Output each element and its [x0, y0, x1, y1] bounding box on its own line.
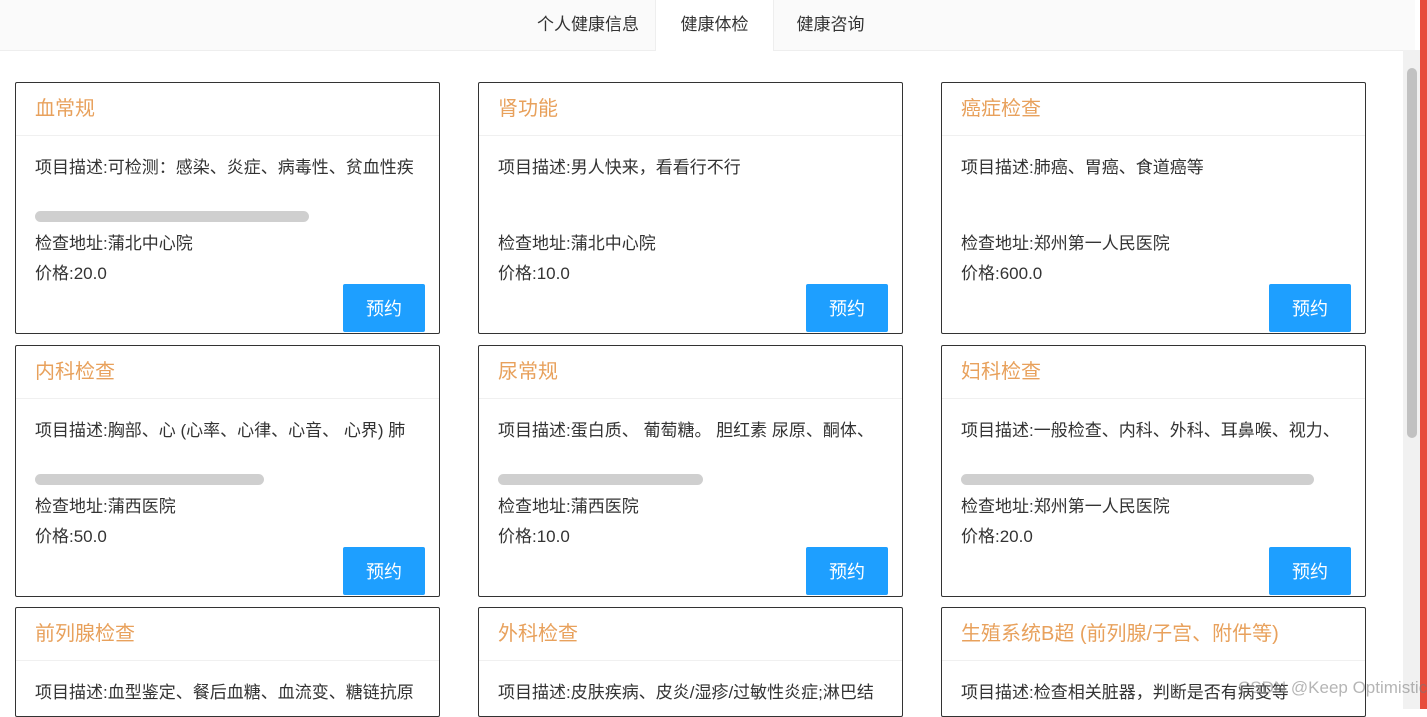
tab-health-consult[interactable]: 健康咨询 [773, 0, 888, 50]
card-price: 价格:600.0 [961, 264, 1043, 283]
card-address: 检查地址:蒲北中心院 [35, 234, 193, 253]
card-description: 项目描述:蛋白质、 葡萄糖。 胆红素 尿原、酮体、 [498, 421, 874, 440]
card-title: 外科检查 [479, 608, 902, 661]
card-price: 价格:20.0 [35, 264, 107, 283]
card-address: 检查地址:蒲西医院 [35, 497, 176, 516]
card-description: 项目描述:胸部、心 (心率、心律、心音、 心界) 肺 [35, 421, 406, 440]
book-button[interactable]: 预约 [806, 547, 888, 595]
card-description: 项目描述:一般检查、内科、外科、耳鼻喉、视力、 [961, 421, 1340, 440]
card-title: 妇科检查 [942, 346, 1365, 399]
horizontal-scrollbar[interactable] [35, 211, 309, 222]
horizontal-scrollbar[interactable] [35, 474, 264, 485]
checkup-card-internal-medicine: 内科检查 项目描述:胸部、心 (心率、心律、心音、 心界) 肺 检查地址:蒲西医… [15, 345, 440, 597]
checkup-card-prostate: 前列腺检查 项目描述:血型鉴定、餐后血糖、血流变、糖链抗原 [15, 607, 440, 717]
card-title: 肾功能 [479, 83, 902, 136]
watermark: CSDN @Keep Optimistic [1238, 678, 1427, 697]
book-button[interactable]: 预约 [343, 284, 425, 332]
checkup-card-blood-routine: 血常规 项目描述:可检测：感染、炎症、病毒性、贫血性疾 检查地址:蒲北中心院 价… [15, 82, 440, 334]
card-title: 生殖系统B超 (前列腺/子宫、附件等) [942, 608, 1365, 661]
card-title: 前列腺检查 [16, 608, 439, 661]
card-price: 价格:10.0 [498, 264, 570, 283]
card-title: 癌症检查 [942, 83, 1365, 136]
tab-health-checkup[interactable]: 健康体检 [655, 0, 774, 51]
book-button[interactable]: 预约 [1269, 547, 1351, 595]
card-description: 项目描述:男人快来，看看行不行 [498, 158, 741, 177]
card-price: 价格:20.0 [961, 527, 1033, 546]
card-description: 项目描述:可检测：感染、炎症、病毒性、贫血性疾 [35, 158, 414, 177]
card-title: 内科检查 [16, 346, 439, 399]
card-title: 血常规 [16, 83, 439, 136]
card-price: 价格:10.0 [498, 527, 570, 546]
checkup-card-cancer: 癌症检查 项目描述:肺癌、胃癌、食道癌等 检查地址:郑州第一人民医院 价格:60… [941, 82, 1366, 334]
card-description: 项目描述:皮肤疾病、皮炎/湿疹/过敏性炎症;淋巴结 [498, 683, 874, 702]
card-address: 检查地址:郑州第一人民医院 [961, 497, 1170, 516]
checkup-card-surgery: 外科检查 项目描述:皮肤疾病、皮炎/湿疹/过敏性炎症;淋巴结 [478, 607, 903, 717]
checkup-card-urine-routine: 尿常规 项目描述:蛋白质、 葡萄糖。 胆红素 尿原、酮体、 检查地址:蒲西医院 … [478, 345, 903, 597]
vertical-scrollbar-thumb[interactable] [1407, 68, 1417, 438]
card-title: 尿常规 [479, 346, 902, 399]
checkup-card-kidney-function: 肾功能 项目描述:男人快来，看看行不行 检查地址:蒲北中心院 价格:10.0 预… [478, 82, 903, 334]
card-price: 价格:50.0 [35, 527, 107, 546]
checkup-card-gynecology: 妇科检查 项目描述:一般检查、内科、外科、耳鼻喉、视力、 检查地址:郑州第一人民… [941, 345, 1366, 597]
window-edge [1420, 0, 1427, 709]
card-description: 项目描述:肺癌、胃癌、食道癌等 [961, 158, 1204, 177]
top-navigation: 个人健康信息 健康体检 健康咨询 [0, 0, 1415, 51]
tab-personal-health-info[interactable]: 个人健康信息 [522, 0, 654, 50]
horizontal-scrollbar[interactable] [961, 474, 1314, 485]
card-address: 检查地址:蒲北中心院 [498, 234, 656, 253]
card-address: 检查地址:蒲西医院 [498, 497, 639, 516]
book-button[interactable]: 预约 [343, 547, 425, 595]
card-description: 项目描述:血型鉴定、餐后血糖、血流变、糖链抗原 [35, 683, 414, 702]
checkup-card-reproductive-ultrasound: 生殖系统B超 (前列腺/子宫、附件等) 项目描述:检查相关脏器，判断是否有病变等 [941, 607, 1366, 717]
card-address: 检查地址:郑州第一人民医院 [961, 234, 1170, 253]
book-button[interactable]: 预约 [1269, 284, 1351, 332]
horizontal-scrollbar[interactable] [498, 474, 703, 485]
book-button[interactable]: 预约 [806, 284, 888, 332]
